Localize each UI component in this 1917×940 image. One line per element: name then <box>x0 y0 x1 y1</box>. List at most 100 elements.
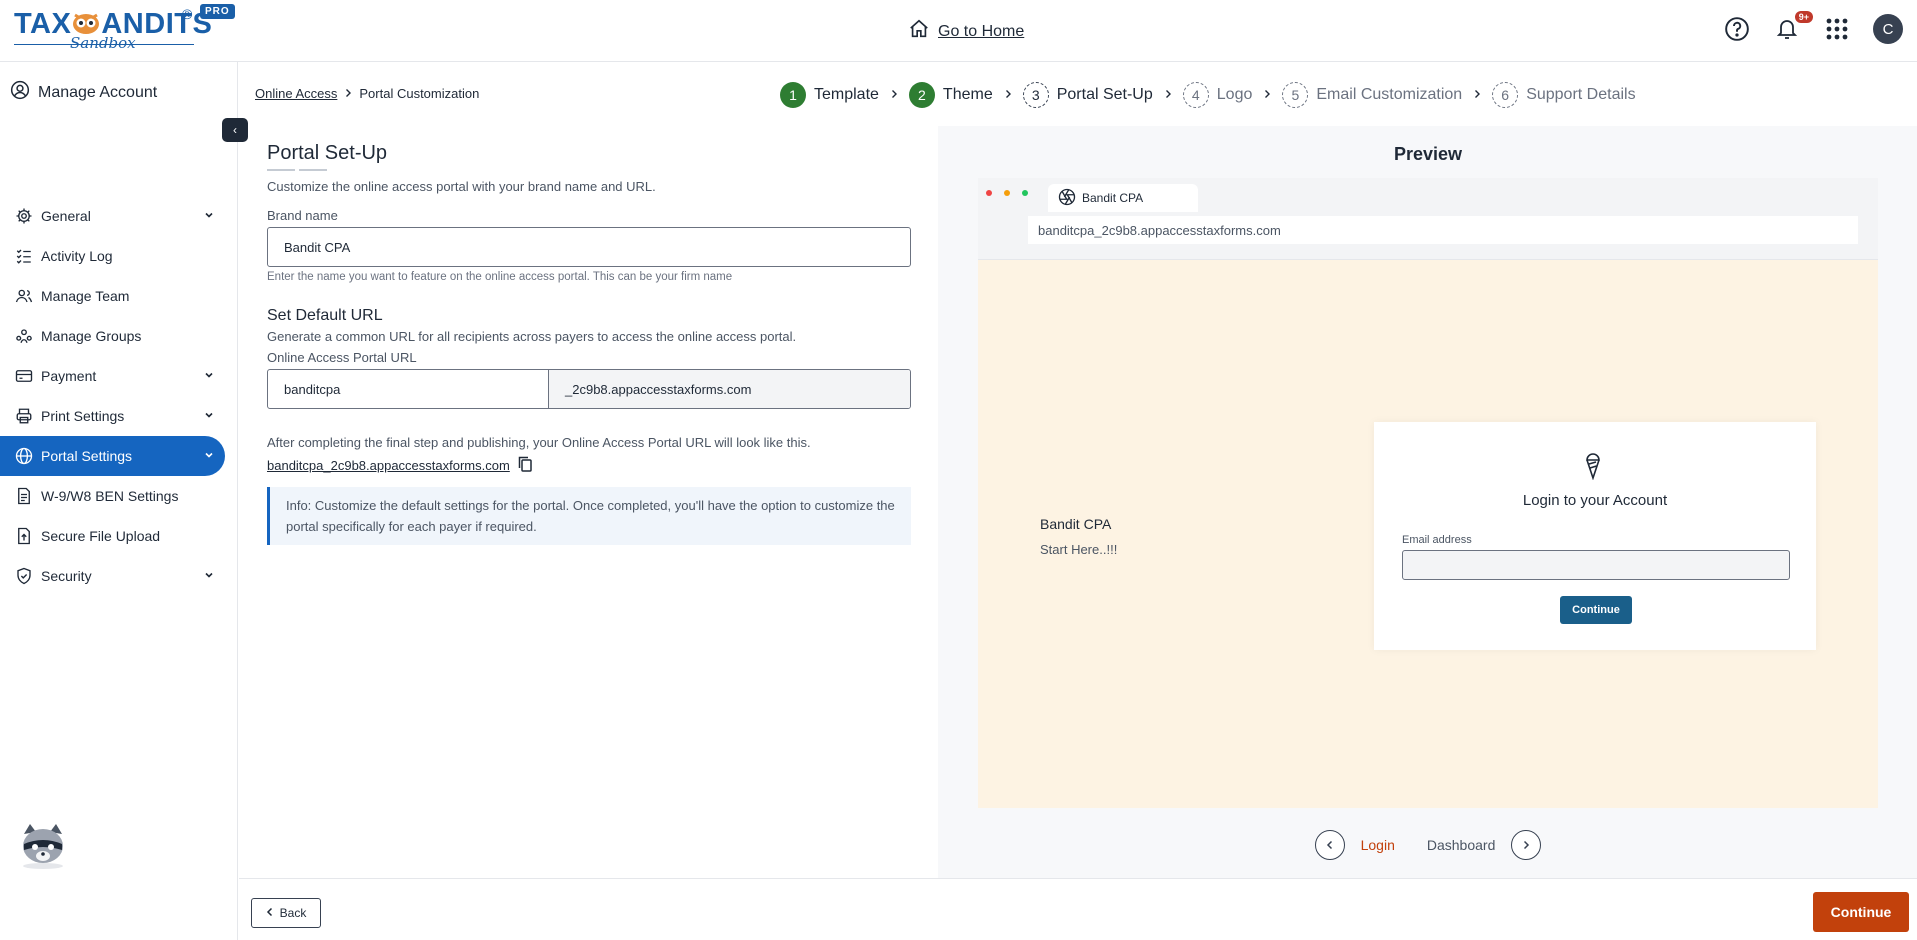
sidebar-item-activity-log[interactable]: Activity Log <box>0 236 225 276</box>
preview-login-title: Login to your Account <box>1522 492 1668 509</box>
maximize-dot-icon <box>1022 190 1028 196</box>
step-number: 5 <box>1282 82 1309 108</box>
chevron-down-icon <box>203 568 215 584</box>
breadcrumb: Online Access Portal Customization <box>255 86 479 101</box>
continue-button[interactable]: Continue <box>1813 892 1909 932</box>
collapse-sidebar-button[interactable]: ‹ <box>222 118 248 142</box>
step-portal-setup[interactable]: 3 Portal Set-Up <box>1022 82 1173 108</box>
portal-setup-form: Portal Set-Up Customize the online acces… <box>267 142 912 545</box>
chevron-down-icon <box>203 208 215 224</box>
card-icon <box>14 366 34 386</box>
step-email-customization[interactable]: 5 Email Customization <box>1282 82 1482 108</box>
preview-tab-dashboard[interactable]: Dashboard <box>1427 837 1496 853</box>
document-icon <box>14 486 34 506</box>
page-description: Customize the online access portal with … <box>267 179 656 194</box>
brand-name-hint: Enter the name you want to feature on th… <box>267 271 733 283</box>
portal-url-suffix: _2c9b8.appaccesstaxforms.com <box>549 370 910 408</box>
sidebar-item-secure-file-upload[interactable]: Secure File Upload <box>0 516 225 556</box>
raccoon-mascot-icon[interactable] <box>18 820 68 870</box>
back-button[interactable]: Back <box>251 898 321 928</box>
step-number: 1 <box>780 82 806 108</box>
preview-login-card: Login to your Account Email address Cont… <box>1374 422 1816 650</box>
portal-url-group: banditcpa _2c9b8.appaccesstaxforms.com <box>267 369 911 409</box>
chevron-left-icon <box>266 906 274 920</box>
help-icon[interactable] <box>1723 15 1751 43</box>
sidebar: Manage Account ‹ General Activity Log Ma… <box>0 62 248 940</box>
chevron-right-icon <box>1472 88 1482 102</box>
upload-icon <box>14 526 34 546</box>
sidebar-nav: General Activity Log Manage Team Manage … <box>0 196 238 596</box>
sidebar-item-portal-settings[interactable]: Portal Settings <box>0 436 225 476</box>
info-prefix: Info: <box>286 498 312 513</box>
apps-grid-icon[interactable] <box>1823 15 1851 43</box>
breadcrumb-online-access[interactable]: Online Access <box>255 86 337 101</box>
preview-tagline: Start Here..!!! <box>1040 542 1118 557</box>
ice-cream-icon <box>1582 450 1604 485</box>
browser-address-bar: banditcpa_2c9b8.appaccesstaxforms.com <box>1028 216 1858 244</box>
copy-icon[interactable] <box>518 456 532 475</box>
browser-tab: Bandit CPA <box>1048 184 1198 212</box>
chevron-down-icon <box>203 408 215 424</box>
setup-stepper: 1 Template 2 Theme 3 Portal Set-Up 4 Log… <box>780 82 1646 108</box>
close-dot-icon <box>986 190 992 196</box>
step-label: Support Details <box>1526 86 1636 103</box>
chevron-right-icon <box>1163 88 1173 102</box>
portal-url-label: Online Access Portal URL <box>267 350 417 365</box>
info-text: Customize the default settings for the p… <box>286 498 895 534</box>
step-theme[interactable]: 2 Theme <box>908 82 1013 108</box>
list-check-icon <box>14 246 34 266</box>
step-number: 6 <box>1492 82 1519 108</box>
home-icon <box>908 18 930 45</box>
sidebar-item-general[interactable]: General <box>0 196 225 236</box>
portal-url-prefix-input[interactable]: banditcpa <box>268 370 549 408</box>
brand-name-input[interactable]: Bandit CPA <box>267 227 911 267</box>
sidebar-item-w9-w8ben-settings[interactable]: W-9/W8 BEN Settings <box>0 476 225 516</box>
globe-icon <box>14 446 34 466</box>
chevron-down-icon <box>203 448 215 464</box>
step-number: 2 <box>908 82 935 108</box>
notification-bell-icon[interactable]: 9+ <box>1773 11 1813 43</box>
manage-account-heading[interactable]: Manage Account <box>10 80 157 105</box>
chevron-right-icon <box>889 88 899 102</box>
preview-email-label: Email address <box>1402 534 1472 546</box>
preview-portal-content: Bandit CPA Start Here..!!! Login to your… <box>978 260 1878 808</box>
footer-bar: Back Continue <box>239 878 1917 940</box>
sidebar-item-manage-team[interactable]: Manage Team <box>0 276 225 316</box>
final-url-description: After completing the final step and publ… <box>267 435 811 450</box>
step-label: Email Customization <box>1316 86 1463 103</box>
chevron-down-icon <box>203 368 215 384</box>
next-preview-button[interactable] <box>1511 830 1542 860</box>
user-avatar[interactable]: C <box>1873 14 1903 44</box>
step-label: Logo <box>1216 86 1253 103</box>
final-url-link[interactable]: banditcpa_2c9b8.appaccesstaxforms.com <box>267 458 510 473</box>
page-title: Portal Set-Up <box>267 142 388 164</box>
gear-icon <box>14 206 34 226</box>
sidebar-item-manage-groups[interactable]: Manage Groups <box>0 316 225 356</box>
step-template[interactable]: 1 Template <box>780 82 899 108</box>
step-label: Portal Set-Up <box>1056 86 1153 103</box>
taxbandits-logo[interactable]: TAX ANDITS ® PRO Sandbox <box>14 4 235 56</box>
step-label: Theme <box>942 86 993 103</box>
step-support-details[interactable]: 6 Support Details <box>1492 82 1636 108</box>
aperture-icon <box>1058 188 1076 209</box>
go-to-home-link[interactable]: Go to Home <box>908 18 1024 45</box>
preview-tab-login[interactable]: Login <box>1361 837 1395 853</box>
sidebar-item-payment[interactable]: Payment <box>0 356 225 396</box>
preview-continue-button: Continue <box>1560 596 1632 624</box>
step-number: 3 <box>1022 82 1049 108</box>
title-underline <box>267 169 327 171</box>
user-circle-icon <box>10 80 30 105</box>
preview-email-input <box>1402 550 1790 580</box>
sidebar-item-print-settings[interactable]: Print Settings <box>0 396 225 436</box>
owl-icon <box>71 10 101 34</box>
step-logo[interactable]: 4 Logo <box>1182 82 1273 108</box>
info-box: Info: Customize the default settings for… <box>267 487 911 545</box>
pro-badge: PRO <box>200 4 235 19</box>
sandbox-label: Sandbox <box>70 34 136 52</box>
users-icon <box>14 286 34 306</box>
top-bar: TAX ANDITS ® PRO Sandbox Go to Home 9+ C <box>0 0 1917 62</box>
previous-preview-button[interactable] <box>1314 830 1345 860</box>
chevron-right-icon <box>1262 88 1272 102</box>
final-url: banditcpa_2c9b8.appaccesstaxforms.com <box>267 456 912 475</box>
sidebar-item-security[interactable]: Security <box>0 556 225 596</box>
